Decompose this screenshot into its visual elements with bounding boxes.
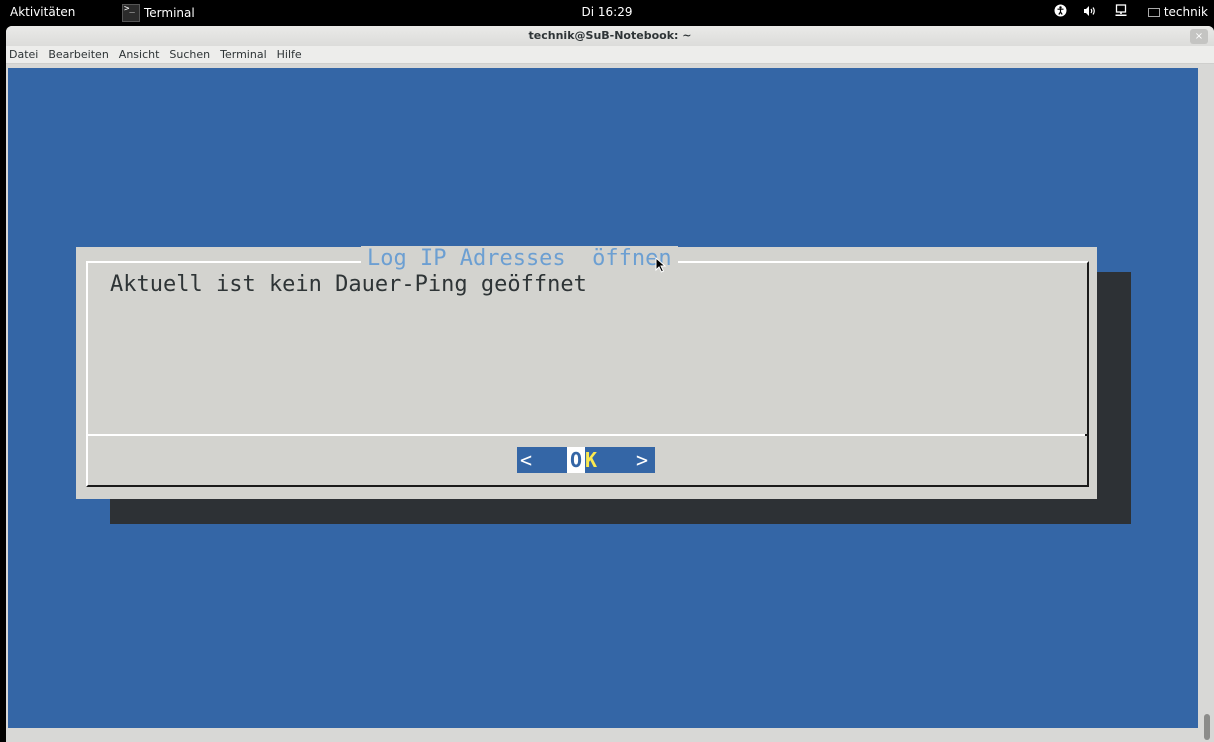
menu-suchen[interactable]: Suchen bbox=[169, 48, 210, 61]
network-icon[interactable] bbox=[1106, 4, 1136, 20]
user-menu[interactable]: technik bbox=[1147, 5, 1208, 19]
close-button[interactable]: × bbox=[1190, 29, 1208, 44]
user-name: technik bbox=[1163, 5, 1208, 19]
ok-label-o: O bbox=[567, 447, 585, 473]
scrollbar[interactable] bbox=[1200, 68, 1214, 742]
dialog-divider-end bbox=[1085, 434, 1089, 436]
menu-bar: Datei Bearbeiten Ansicht Suchen Terminal… bbox=[6, 46, 1214, 64]
menu-terminal[interactable]: Terminal bbox=[220, 48, 267, 61]
ok-right-bracket: > bbox=[636, 448, 649, 472]
menu-datei[interactable]: Datei bbox=[9, 48, 38, 61]
volume-icon[interactable] bbox=[1076, 5, 1106, 20]
ok-button[interactable]: < O K > bbox=[517, 447, 655, 473]
scrollbar-thumb[interactable] bbox=[1204, 714, 1210, 740]
system-tray: technik bbox=[1046, 4, 1208, 20]
ok-left-bracket: < bbox=[520, 448, 533, 472]
user-icon bbox=[1147, 8, 1160, 17]
ok-label-k: K bbox=[585, 448, 598, 472]
accessibility-icon[interactable] bbox=[1046, 4, 1076, 20]
terminal-area[interactable]: Log IP Adresses öffnen Aktuell ist kein … bbox=[8, 68, 1198, 728]
menu-bearbeiten[interactable]: Bearbeiten bbox=[48, 48, 108, 61]
clock[interactable]: Di 16:29 bbox=[0, 5, 1214, 19]
dialog-message: Aktuell ist kein Dauer-Ping geöffnet bbox=[110, 272, 587, 297]
message-dialog: Log IP Adresses öffnen Aktuell ist kein … bbox=[76, 246, 1097, 499]
window-title: technik@SuB-Notebook: ~ bbox=[528, 29, 692, 42]
menu-hilfe[interactable]: Hilfe bbox=[277, 48, 302, 61]
window-titlebar[interactable]: technik@SuB-Notebook: ~ × bbox=[6, 26, 1214, 46]
menu-ansicht[interactable]: Ansicht bbox=[119, 48, 160, 61]
dialog-title: Log IP Adresses öffnen bbox=[361, 246, 678, 272]
dialog-divider bbox=[86, 434, 1089, 436]
terminal-window: technik@SuB-Notebook: ~ × Datei Bearbeit… bbox=[6, 26, 1214, 742]
top-bar: Aktivitäten >_ Terminal Di 16:29 technik bbox=[0, 0, 1214, 26]
